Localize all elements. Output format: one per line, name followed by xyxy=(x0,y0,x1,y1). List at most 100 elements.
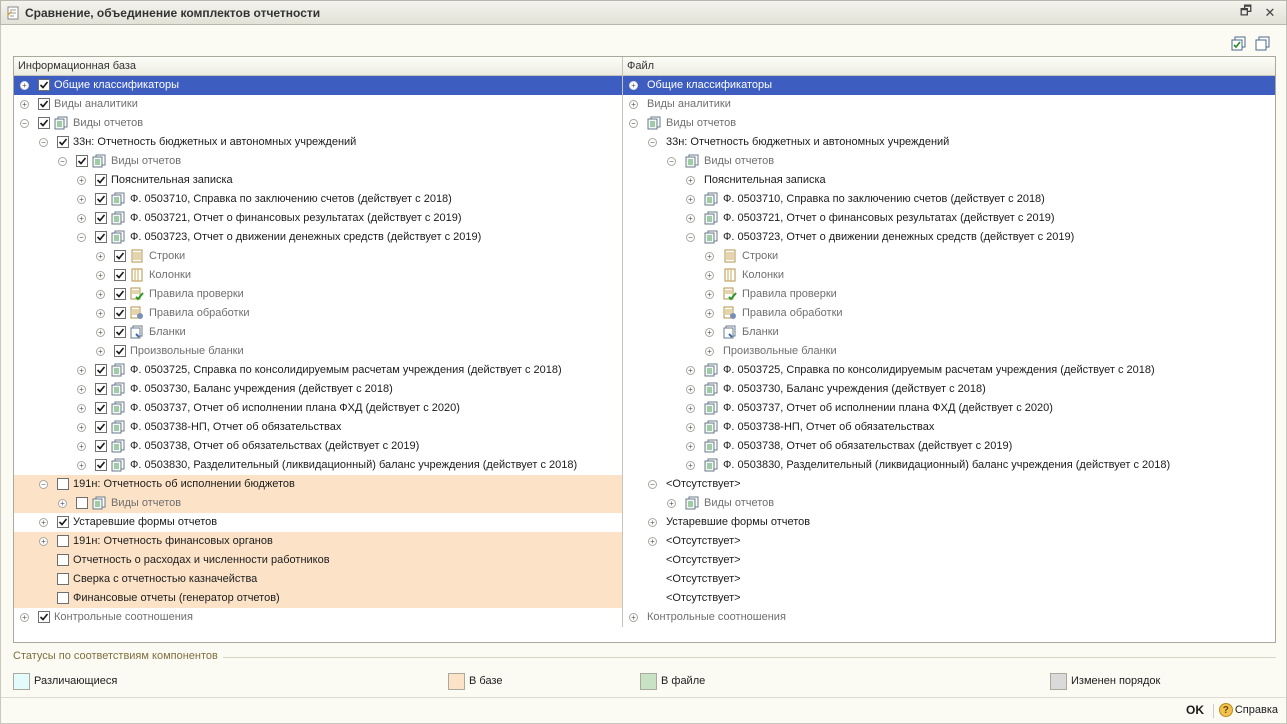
collapse-icon[interactable]: − xyxy=(686,233,695,242)
infobase-cell[interactable]: Финансовые отчеты (генератор отчетов) xyxy=(14,589,623,608)
file-cell[interactable]: <Отсутствует> xyxy=(623,551,1275,570)
checkbox-checked[interactable] xyxy=(95,440,107,452)
infobase-cell[interactable]: + Ф. 0503737, Отчет об исполнении плана Ф… xyxy=(14,399,623,418)
tree-row[interactable]: Сверка с отчетностью казначейства <Отсутс… xyxy=(14,570,1275,589)
expand-icon[interactable]: + xyxy=(77,214,86,223)
infobase-cell[interactable]: + Колонки xyxy=(14,266,623,285)
file-cell[interactable]: + Устаревшие формы отчетов xyxy=(623,513,1275,532)
expand-icon[interactable]: + xyxy=(686,214,695,223)
file-cell[interactable]: <Отсутствует> xyxy=(623,570,1275,589)
checkbox-unchecked[interactable] xyxy=(57,478,69,490)
expand-icon[interactable]: + xyxy=(96,328,105,337)
tree-row[interactable]: + Строки + Строки xyxy=(14,247,1275,266)
file-cell[interactable]: + Виды отчетов xyxy=(623,494,1275,513)
infobase-cell[interactable]: + Ф. 0503830, Разделительный (ликвидацион… xyxy=(14,456,623,475)
collapse-icon[interactable]: − xyxy=(648,480,657,489)
tree-row[interactable]: + Общие классификаторы + Общие классификато… xyxy=(14,76,1275,95)
infobase-cell[interactable]: + Бланки xyxy=(14,323,623,342)
infobase-cell[interactable]: + Ф. 0503725, Справка по консолидируемым … xyxy=(14,361,623,380)
checkbox-checked[interactable] xyxy=(114,288,126,300)
checkbox-checked[interactable] xyxy=(114,269,126,281)
file-cell[interactable]: + Правила проверки xyxy=(623,285,1275,304)
expand-icon[interactable]: + xyxy=(20,81,29,90)
checkbox-checked[interactable] xyxy=(114,345,126,357)
expand-icon[interactable]: + xyxy=(20,613,29,622)
file-cell[interactable]: + Бланки xyxy=(623,323,1275,342)
checkbox-checked[interactable] xyxy=(57,136,69,148)
expand-icon[interactable]: + xyxy=(77,423,86,432)
tree-row[interactable]: + Ф. 0503730, Баланс учреждения (действуе… xyxy=(14,380,1275,399)
file-cell[interactable]: + Ф. 0503830, Разделительный (ликвидацион… xyxy=(623,456,1275,475)
expand-icon[interactable]: + xyxy=(705,328,714,337)
tree-row[interactable]: + Контрольные соотношения + Контрольные соо… xyxy=(14,608,1275,627)
infobase-cell[interactable]: + Контрольные соотношения xyxy=(14,608,623,627)
expand-icon[interactable]: + xyxy=(705,347,714,356)
infobase-cell[interactable]: + Общие классификаторы xyxy=(14,76,623,95)
checkbox-checked[interactable] xyxy=(95,402,107,414)
file-cell[interactable]: + Ф. 0503737, Отчет об исполнении плана Ф… xyxy=(623,399,1275,418)
file-cell[interactable]: + Пояснительная записка xyxy=(623,171,1275,190)
infobase-cell[interactable]: + Правила проверки xyxy=(14,285,623,304)
tree-row[interactable]: + Колонки + Колонки xyxy=(14,266,1275,285)
infobase-cell[interactable]: + Ф. 0503738, Отчет об обязательствах (де… xyxy=(14,437,623,456)
close-window-button[interactable]: ✕ xyxy=(1262,5,1278,21)
expand-icon[interactable]: + xyxy=(686,442,695,451)
checkbox-unchecked[interactable] xyxy=(57,573,69,585)
checkbox-checked[interactable] xyxy=(76,155,88,167)
expand-icon[interactable]: + xyxy=(686,385,695,394)
tree-row[interactable]: − Виды отчетов − Виды отчетов xyxy=(14,152,1275,171)
collapse-icon[interactable]: − xyxy=(77,233,86,242)
expand-icon[interactable]: + xyxy=(39,518,48,527)
checkbox-checked[interactable] xyxy=(38,611,50,623)
infobase-cell[interactable]: + Виды аналитики xyxy=(14,95,623,114)
tree-row[interactable]: +191н: Отчетность финансовых органов + <От… xyxy=(14,532,1275,551)
tree-row[interactable]: Финансовые отчеты (генератор отчетов) <От… xyxy=(14,589,1275,608)
tree-row[interactable]: + Ф. 0503737, Отчет об исполнении плана Ф… xyxy=(14,399,1275,418)
expand-icon[interactable]: + xyxy=(629,81,638,90)
check-all-icon[interactable] xyxy=(1230,35,1248,53)
collapse-icon[interactable]: − xyxy=(648,138,657,147)
tree-row[interactable]: − 191н: Отчетность об исполнении бюджетов… xyxy=(14,475,1275,494)
infobase-cell[interactable]: + Строки xyxy=(14,247,623,266)
file-cell[interactable]: + Произвольные бланки xyxy=(623,342,1275,361)
uncheck-all-icon[interactable] xyxy=(1254,35,1272,53)
file-cell[interactable]: − Виды отчетов xyxy=(623,152,1275,171)
tree-row[interactable]: + Произвольные бланки + Произвольные бланки xyxy=(14,342,1275,361)
checkbox-checked[interactable] xyxy=(114,307,126,319)
expand-icon[interactable]: + xyxy=(705,271,714,280)
expand-icon[interactable]: + xyxy=(77,366,86,375)
checkbox-checked[interactable] xyxy=(95,193,107,205)
file-cell[interactable]: −33н: Отчетность бюджетных и автономных … xyxy=(623,133,1275,152)
tree-row[interactable]: + Ф. 0503721, Отчет о финансовых результа… xyxy=(14,209,1275,228)
file-cell[interactable]: − Виды отчетов xyxy=(623,114,1275,133)
expand-icon[interactable]: + xyxy=(686,423,695,432)
checkbox-unchecked[interactable] xyxy=(57,535,69,547)
infobase-cell[interactable]: + Ф. 0503710, Справка по заключению счето… xyxy=(14,190,623,209)
infobase-cell[interactable]: + Произвольные бланки xyxy=(14,342,623,361)
expand-icon[interactable]: + xyxy=(648,537,657,546)
tree-row[interactable]: − Ф. 0503723, Отчет о движении денежных с… xyxy=(14,228,1275,247)
checkbox-checked[interactable] xyxy=(57,516,69,528)
infobase-cell[interactable]: +191н: Отчетность финансовых органов xyxy=(14,532,623,551)
expand-icon[interactable]: + xyxy=(77,461,86,470)
checkbox-checked[interactable] xyxy=(114,250,126,262)
help-button[interactable]: ? Справка xyxy=(1218,703,1278,717)
file-cell[interactable]: + Ф. 0503738, Отчет об обязательствах (де… xyxy=(623,437,1275,456)
column-header-infobase[interactable]: Информационная база xyxy=(14,57,623,76)
infobase-cell[interactable]: + Виды отчетов xyxy=(14,494,623,513)
infobase-cell[interactable]: + Ф. 0503721, Отчет о финансовых результа… xyxy=(14,209,623,228)
tree-row[interactable]: Отчетность о расходах и численности рабо… xyxy=(14,551,1275,570)
ok-button[interactable]: OK xyxy=(1186,703,1204,717)
expand-icon[interactable]: + xyxy=(629,613,638,622)
expand-icon[interactable]: + xyxy=(58,499,67,508)
infobase-cell[interactable]: Сверка с отчетностью казначейства xyxy=(14,570,623,589)
expand-icon[interactable]: + xyxy=(705,290,714,299)
file-cell[interactable]: − Ф. 0503723, Отчет о движении денежных с… xyxy=(623,228,1275,247)
tree-row[interactable]: + Виды отчетов + Виды отчетов xyxy=(14,494,1275,513)
tree-row[interactable]: + Правила обработки + Правила обработки xyxy=(14,304,1275,323)
expand-icon[interactable]: + xyxy=(96,271,105,280)
infobase-cell[interactable]: + Правила обработки xyxy=(14,304,623,323)
checkbox-checked[interactable] xyxy=(95,459,107,471)
checkbox-checked[interactable] xyxy=(114,326,126,338)
expand-icon[interactable]: + xyxy=(96,309,105,318)
